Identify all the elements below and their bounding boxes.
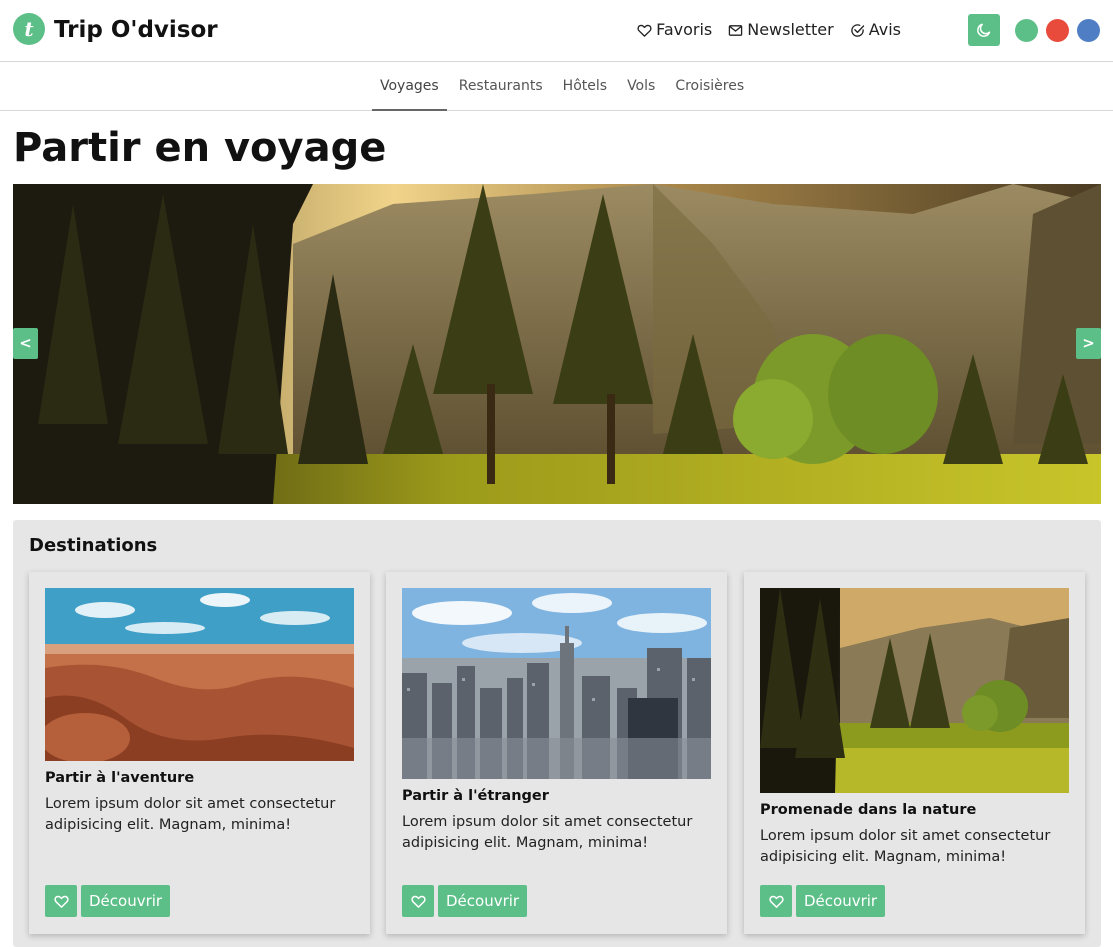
card-title: Partir à l'aventure [45,770,195,786]
hero-forest-image [13,184,1101,504]
city-skyline-image [402,588,711,779]
card-image [402,588,711,779]
card-actions: Découvrir [760,885,886,917]
envelope-icon [728,24,743,36]
card-text: Lorem ipsum dolor sit amet consectetur a… [402,814,693,851]
site-header: t Trip O'dvisor Favoris Newsletter Avis [0,0,1113,62]
heart-icon [53,895,69,908]
forest-valley-image [760,588,1069,793]
carousel-prev-button[interactable]: < [13,328,38,359]
favoris-label: Favoris [656,20,713,39]
nav-tabs: Voyages Restaurants Hôtels Vols Croisièr… [372,63,756,111]
check-circle-icon [850,23,864,37]
newsletter-link[interactable]: Newsletter [728,19,834,41]
heart-icon [637,24,652,37]
destination-card: Partir à l'étranger Lorem ipsum dolor si… [386,572,727,934]
newsletter-label: Newsletter [747,20,834,39]
destination-card: Partir à l'aventure Lorem ipsum dolor si… [29,572,370,934]
top-links: Favoris Newsletter Avis [637,19,901,41]
moon-icon [977,23,991,37]
tab-hotels[interactable]: Hôtels [555,63,615,111]
discover-button[interactable]: Découvrir [81,885,171,917]
card-title: Promenade dans la nature [760,802,977,818]
card-text: Lorem ipsum dolor sit amet consectetur a… [760,828,1051,865]
card-image [760,588,1069,793]
tab-voyages[interactable]: Voyages [372,63,447,111]
favorite-button[interactable] [760,885,792,917]
card-title: Partir à l'étranger [402,788,549,804]
carousel-next-button[interactable]: > [1076,328,1101,359]
main-nav: Voyages Restaurants Hôtels Vols Croisièr… [0,63,1113,111]
theme-toggle-button[interactable] [968,14,1000,46]
card-text: Lorem ipsum dolor sit amet consectetur a… [45,796,336,833]
destinations-section: Destinations Partir à l'aventure Lorem i… [13,520,1101,947]
avis-label: Avis [868,20,901,39]
page-title: Partir en voyage [13,125,387,171]
tab-vols[interactable]: Vols [619,63,663,111]
tab-restaurants[interactable]: Restaurants [451,63,551,111]
card-image [45,588,354,761]
card-actions: Découvrir [402,885,528,917]
red-theme-swatch[interactable] [1046,19,1069,42]
favoris-link[interactable]: Favoris [637,19,712,41]
desert-canyon-image [45,588,354,761]
heart-icon [768,895,784,908]
card-actions: Découvrir [45,885,171,917]
discover-button[interactable]: Découvrir [796,885,886,917]
destinations-title: Destinations [29,535,158,556]
green-theme-swatch[interactable] [1015,19,1038,42]
brand-name[interactable]: Trip O'dvisor [54,14,218,46]
logo-icon[interactable]: t [13,13,45,45]
tab-croisieres[interactable]: Croisières [667,63,752,111]
discover-button[interactable]: Découvrir [438,885,528,917]
hero-carousel: < > [13,184,1101,504]
favorite-button[interactable] [45,885,77,917]
destination-card: Promenade dans la nature Lorem ipsum dol… [744,572,1085,934]
favorite-button[interactable] [402,885,434,917]
heart-icon [410,895,426,908]
blue-theme-swatch[interactable] [1077,19,1100,42]
avis-link[interactable]: Avis [850,19,901,41]
